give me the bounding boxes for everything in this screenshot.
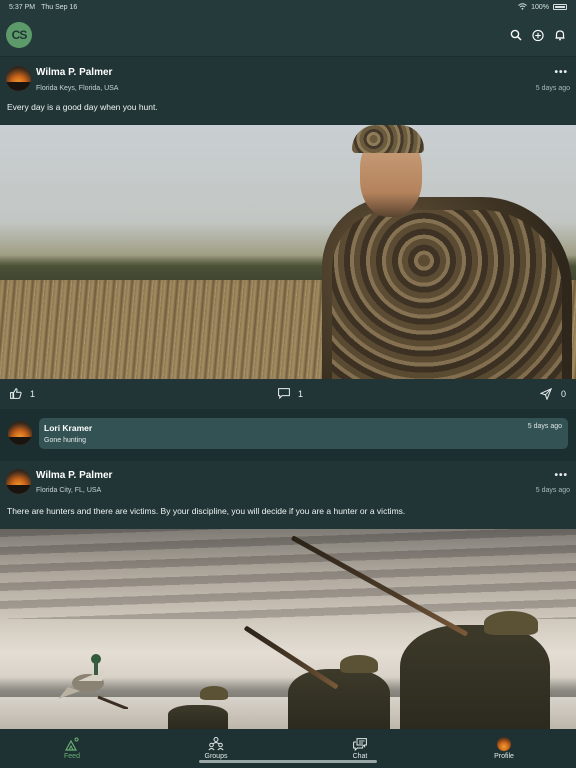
photo-clouds <box>0 529 576 619</box>
more-options-icon[interactable]: ••• <box>554 67 568 78</box>
bell-icon[interactable] <box>554 29 566 41</box>
post-text: Every day is a good day when you hunt. <box>7 102 158 112</box>
tab-profile[interactable]: Profile <box>432 729 576 768</box>
feed-icon <box>65 737 79 751</box>
tab-label: Feed <box>64 753 80 760</box>
home-indicator <box>199 760 377 763</box>
post-time: 5 days ago <box>535 487 570 494</box>
status-time: 5:37 PM <box>9 3 36 11</box>
post-author[interactable]: Wilma P. Palmer <box>36 67 112 78</box>
post-location: Florida City, FL, USA <box>36 487 102 494</box>
post-location: Florida Keys, Florida, USA <box>36 85 119 92</box>
more-options-icon[interactable]: ••• <box>554 470 568 481</box>
comment-preview[interactable]: Lori Kramer 5 days ago Gone hunting <box>0 409 576 459</box>
groups-icon <box>208 737 224 751</box>
photo-hunter <box>322 125 572 379</box>
app-logo[interactable]: CS <box>6 22 32 48</box>
post-card: Wilma P. Palmer Florida Keys, Florida, U… <box>0 57 576 125</box>
battery-icon <box>553 4 567 10</box>
post-action-bar: 1 1 0 <box>0 379 576 409</box>
chat-icon <box>353 737 367 751</box>
battery-percent: 100% <box>531 3 549 11</box>
status-date: Thu Sep 16 <box>41 3 78 11</box>
photo-shooter <box>168 705 228 729</box>
share-button[interactable]: 0 <box>539 388 566 400</box>
photo-duck <box>58 654 128 709</box>
share-count: 0 <box>560 389 566 399</box>
commenter-name[interactable]: Lori Kramer <box>44 423 92 433</box>
comment-count: 1 <box>298 388 304 399</box>
tab-label: Groups <box>204 753 228 760</box>
photo-hat <box>340 655 378 673</box>
author-avatar[interactable] <box>6 469 31 494</box>
photo-hat <box>200 686 228 700</box>
photo-hat <box>484 611 538 635</box>
post-time: 5 days ago <box>535 85 570 92</box>
comment-text: Gone hunting <box>44 437 87 444</box>
photo-shooter <box>400 625 550 729</box>
post-text: There are hunters and there are victims.… <box>7 506 406 516</box>
wifi-icon <box>518 2 527 12</box>
tab-feed[interactable]: Feed <box>0 729 144 768</box>
comment-time: 5 days ago <box>527 423 562 430</box>
add-circle-icon[interactable] <box>532 29 544 41</box>
profile-avatar-icon <box>497 737 511 751</box>
comment-button[interactable]: 1 <box>278 388 303 399</box>
app-header: CS <box>0 14 576 56</box>
post-author[interactable]: Wilma P. Palmer <box>36 470 112 481</box>
author-avatar[interactable] <box>6 66 31 91</box>
photo-shooter <box>288 669 390 729</box>
post-photo[interactable] <box>0 529 576 729</box>
comment-bubble: Lori Kramer 5 days ago Gone hunting <box>39 418 568 449</box>
post-photo[interactable] <box>0 125 576 379</box>
tab-label: Chat <box>352 753 368 760</box>
comment-icon <box>278 388 290 399</box>
like-button[interactable]: 1 <box>10 388 35 399</box>
thumbs-up-icon <box>10 388 22 399</box>
status-bar: 5:37 PM Thu Sep 16 100% <box>0 0 576 14</box>
send-icon <box>539 388 552 400</box>
commenter-avatar[interactable] <box>8 421 32 445</box>
search-icon[interactable] <box>510 29 522 41</box>
post-card: Wilma P. Palmer Florida City, FL, USA ••… <box>0 461 576 529</box>
tab-label: Profile <box>494 753 514 760</box>
like-count: 1 <box>30 388 36 399</box>
